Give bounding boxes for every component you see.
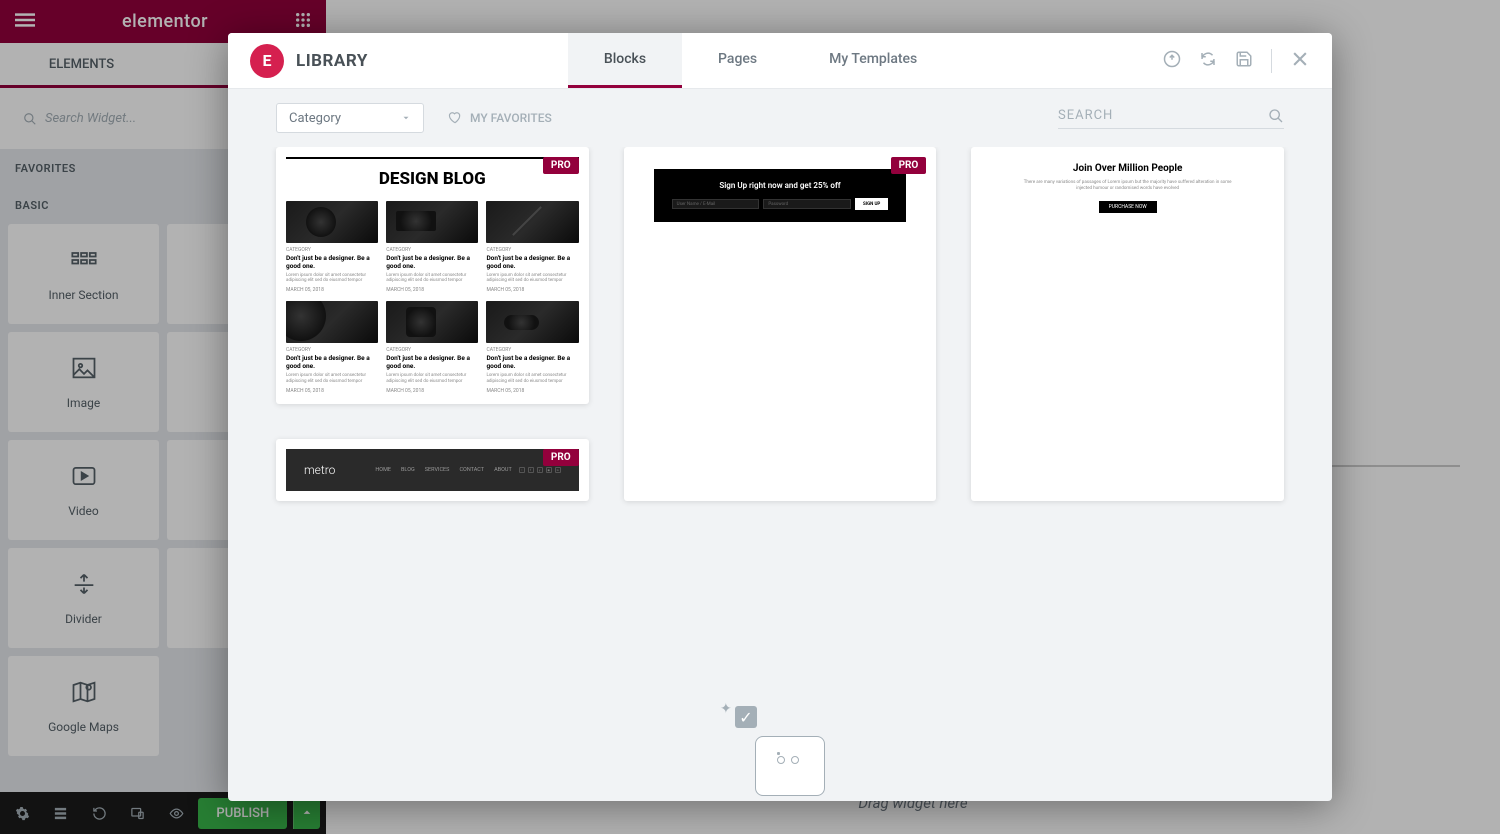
search-icon xyxy=(1268,108,1284,124)
close-icon[interactable] xyxy=(1290,49,1310,73)
save-icon[interactable] xyxy=(1235,50,1253,72)
modal-title: LIBRARY xyxy=(296,51,368,71)
empty-state-illustration: ✦ ✓ xyxy=(720,701,840,801)
template-card-signup[interactable]: PRO Sign Up right now and get 25% off Us… xyxy=(624,147,937,501)
search-input[interactable]: SEARCH xyxy=(1058,108,1284,129)
preview-title: Sign Up right now and get 25% off xyxy=(672,181,889,190)
tab-blocks[interactable]: Blocks xyxy=(568,33,682,88)
heart-icon xyxy=(448,111,462,125)
pro-badge: PRO xyxy=(891,157,927,174)
preview-title: Join Over Million People xyxy=(1021,163,1234,174)
modal-toolbar: Category MY FAVORITES SEARCH xyxy=(228,89,1332,147)
category-select[interactable]: Category xyxy=(276,103,424,133)
import-icon[interactable] xyxy=(1163,50,1181,72)
modal-header: E LIBRARY Blocks Pages My Templates xyxy=(228,33,1332,89)
tab-my-templates[interactable]: My Templates xyxy=(793,33,953,88)
template-card-metro[interactable]: PRO metro HOME BLOG SERVICES CONTACT ABO… xyxy=(276,439,589,501)
library-modal: E LIBRARY Blocks Pages My Templates Cate… xyxy=(228,33,1332,801)
preview-title: DESIGN BLOG xyxy=(286,169,579,189)
modal-tabs: Blocks Pages My Templates xyxy=(568,33,953,88)
modal-actions xyxy=(1163,49,1310,73)
chevron-down-icon xyxy=(401,113,411,123)
pro-badge: PRO xyxy=(543,157,579,174)
pro-badge: PRO xyxy=(543,449,579,466)
my-favorites-button[interactable]: MY FAVORITES xyxy=(448,111,552,125)
tab-pages[interactable]: Pages xyxy=(682,33,793,88)
modal-logo: E xyxy=(250,44,284,78)
preview-logo: metro xyxy=(304,463,335,477)
divider xyxy=(1271,49,1272,73)
sync-icon[interactable] xyxy=(1199,50,1217,72)
template-card-join[interactable]: Join Over Million People There are many … xyxy=(971,147,1284,501)
template-card-design-blog[interactable]: PRO DESIGN BLOG CATEGORYDon't just be a … xyxy=(276,147,589,404)
